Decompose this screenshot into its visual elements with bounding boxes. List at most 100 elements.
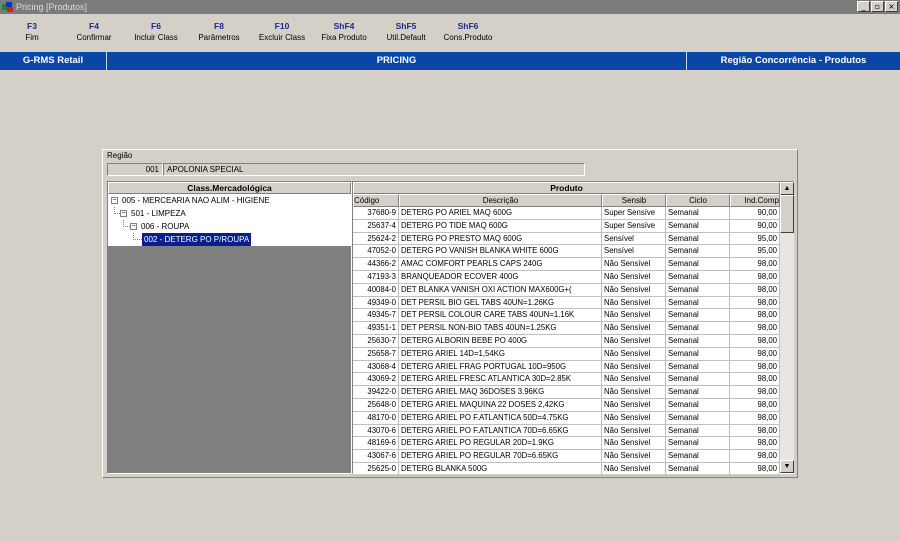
cell-codigo: 47052-0: [353, 245, 399, 259]
tree-node[interactable]: − 005 - MERCEARIA NAO ALIM - HIGIENE: [108, 194, 351, 207]
cell-ind-comp: 90,00: [730, 207, 780, 220]
cell-ind-comp: 98,00: [730, 296, 780, 310]
table-row[interactable]: 49345-7 DET PERSIL COLOUR CARE TABS 40UN=…: [353, 309, 780, 323]
cell-sensib: Não Sensível: [602, 424, 666, 438]
regiao-name-field[interactable]: APOLONIA SPECIAL: [163, 163, 585, 176]
restore-button[interactable]: ▫: [871, 1, 884, 12]
cell-descricao: DETERG ALBORIN BEBE PO 400G: [399, 334, 602, 348]
cell-ciclo: Semanal: [666, 411, 730, 425]
table-row[interactable]: 25648-0 DETERG ARIEL MAQUINA 22 DOSES 2,4…: [353, 398, 780, 412]
table-row[interactable]: 43070-6 DETERG ARIEL PO F.ATLANTICA 70D=6…: [353, 424, 780, 438]
table-row[interactable]: 25637-4 DETERG PO TIDE MAQ 600G Super Sens…: [353, 219, 780, 233]
cell-ind-comp: 90,00: [730, 219, 780, 233]
table-row[interactable]: 39422-0 DETERG ARIEL MAQ 36DOSES 3.96KG Nã…: [353, 386, 780, 399]
collapse-icon[interactable]: −: [130, 223, 137, 230]
module-title: PRICING: [376, 55, 417, 66]
cell-descricao: DETERG ARIEL MAQUINA 22 DOSES 2,42KG: [399, 398, 602, 412]
table-row[interactable]: 25658-7 DETERG ARIEL 14D=1,54KG Não Sensív…: [353, 347, 780, 361]
table-row[interactable]: 25630-7 DETERG ALBORIN BEBE PO 400G Não Se…: [353, 334, 780, 348]
cell-codigo: 43067-6: [353, 450, 399, 463]
function-key: F4: [89, 21, 99, 31]
column-header-codigo[interactable]: Código: [353, 194, 399, 207]
table-row[interactable]: 37680-9 DETERG PO ARIEL MAQ 600G Super Sen…: [353, 207, 780, 220]
minimize-button[interactable]: _: [857, 1, 870, 12]
incluir-class-button[interactable]: F6 Incluir Class: [129, 21, 183, 44]
cell-ind-comp: 95,00: [730, 232, 780, 246]
table-row[interactable]: 49351-1 DET PERSIL NON-BIO TABS 40UN=1.25…: [353, 322, 780, 335]
regiao-code-field[interactable]: 001: [107, 163, 163, 176]
collapse-icon[interactable]: −: [120, 210, 127, 217]
cell-ind-comp: 95,00: [730, 245, 780, 259]
table-row[interactable]: 47052-0 DETERG PO VANISH BLANKA WHITE 600…: [353, 245, 780, 259]
grid-scrollbar[interactable]: ▲ ▼: [780, 182, 794, 473]
fixa-produto-button[interactable]: ShF4 Fixa Produto: [316, 21, 372, 44]
function-label: Excluir Class: [258, 33, 306, 42]
cell-descricao: DETERG ARIEL FRESC ATLANTICA 30D=2.85K: [399, 373, 602, 387]
table-row[interactable]: 43069-2 DETERG ARIEL FRESC ATLANTICA 30D=…: [353, 373, 780, 387]
cell-descricao: DETERG ARIEL MAQ 36DOSES 3.96KG: [399, 386, 602, 399]
table-row[interactable]: 44366-2 AMAC COMFORT PEARLS CAPS 240G Não …: [353, 258, 780, 271]
module-header-bar: G-RMS Retail PRICING Região Concorrência…: [0, 52, 900, 70]
cell-ciclo: Semanal: [666, 258, 730, 271]
tree-node[interactable]: − 006 - ROUPA: [108, 220, 351, 233]
close-button[interactable]: ×: [885, 1, 898, 12]
function-key: ShF6: [457, 21, 479, 31]
function-key: F10: [274, 21, 290, 31]
table-row[interactable]: 25625-0 DETERG BLANKA 500G Não Sensível Sem…: [353, 462, 780, 476]
tree-node-label: 501 - LIMPEZA: [131, 209, 186, 218]
cell-sensib: Não Sensível: [602, 296, 666, 310]
tree-node-selected[interactable]: 002 - DETERG PO P/ROUPA: [108, 233, 351, 246]
grid-rows: 37680-9 DETERG PO ARIEL MAQ 600G Super Sen…: [353, 207, 780, 476]
cons-produto-button[interactable]: ShF6 Cons.Produto: [438, 21, 498, 44]
cell-ciclo: Semanal: [666, 437, 730, 451]
table-row[interactable]: 47193-3 BRANQUEADOR ECOVER 400G Não Sensív…: [353, 270, 780, 284]
cell-sensib: Não Sensível: [602, 258, 666, 271]
app-icon: [2, 2, 13, 12]
cell-descricao: BRANQUEADOR ECOVER 400G: [399, 270, 602, 284]
cell-sensib: Não Sensível: [602, 411, 666, 425]
cell-descricao: DETERG PO VANISH BLANKA WHITE 600G: [399, 245, 602, 259]
tree-node[interactable]: − 501 - LIMPEZA: [108, 207, 351, 220]
util-default-button[interactable]: ShF5 Util.Default: [381, 21, 431, 44]
cell-ind-comp: 98,00: [730, 411, 780, 425]
table-row[interactable]: 40084-0 DET BLANKA VANISH OXI ACTION MAX6…: [353, 283, 780, 297]
table-row[interactable]: 43068-4 DETERG ARIEL FRAG PORTUGAL 10D=95…: [353, 360, 780, 374]
cell-ind-comp: 98,00: [730, 360, 780, 374]
table-row[interactable]: 25624-2 DETERG PO PRESTO MAQ 600G Sensível…: [353, 232, 780, 246]
cell-sensib: Não Sensível: [602, 334, 666, 348]
table-row[interactable]: 48170-0 DETERG ARIEL PO F.ATLANTICA 50D=4…: [353, 411, 780, 425]
cell-ciclo: Semanal: [666, 398, 730, 412]
collapse-icon[interactable]: −: [111, 197, 118, 204]
cell-descricao: DETERG ARIEL FRAG PORTUGAL 10D=950G: [399, 360, 602, 374]
cell-ind-comp: 98,00: [730, 373, 780, 387]
cell-codigo: 43068-4: [353, 360, 399, 374]
table-row[interactable]: 48169-6 DETERG ARIEL PO REGULAR 20D=1.9KG…: [353, 437, 780, 451]
cell-codigo: 43069-2: [353, 373, 399, 387]
scroll-down-arrow-icon[interactable]: ▼: [780, 460, 794, 473]
fim-button[interactable]: F3 Fim: [22, 21, 42, 44]
column-header-ind-comp[interactable]: Ind.Comp: [730, 194, 780, 207]
cell-ciclo: Semanal: [666, 232, 730, 246]
scroll-up-arrow-icon[interactable]: ▲: [780, 182, 794, 195]
cell-descricao: DETERG ARIEL PO REGULAR 20D=1.9KG: [399, 437, 602, 451]
cell-sensib: Não Sensível: [602, 309, 666, 323]
table-row[interactable]: 43067-6 DETERG ARIEL PO REGULAR 70D=6.65K…: [353, 450, 780, 463]
table-row[interactable]: 49349-0 DET PERSIL BIO GEL TABS 40UN=1.26…: [353, 296, 780, 310]
excluir-class-button[interactable]: F10 Excluir Class: [254, 21, 310, 44]
column-header-ciclo[interactable]: Ciclo: [666, 194, 730, 207]
cell-sensib: Não Sensível: [602, 437, 666, 451]
column-header-sensib[interactable]: Sensib: [602, 194, 666, 207]
scrollbar-thumb[interactable]: [780, 195, 794, 233]
cell-codigo: 48170-0: [353, 411, 399, 425]
parametros-button[interactable]: F8 Parâmetros: [194, 21, 244, 44]
cell-sensib: Não Sensível: [602, 322, 666, 335]
cell-sensib: Não Sensível: [602, 386, 666, 399]
cell-ciclo: Semanal: [666, 347, 730, 361]
cell-descricao: DETERG ARIEL PO REGULAR 70D=6.65KG: [399, 450, 602, 463]
cell-ciclo: Semanal: [666, 219, 730, 233]
cell-ciclo: Semanal: [666, 283, 730, 297]
column-header-descricao[interactable]: Descrição: [399, 194, 602, 207]
confirmar-button[interactable]: F4 Confirmar: [72, 21, 116, 44]
cell-ind-comp: 98,00: [730, 347, 780, 361]
brand-label: G-RMS Retail: [22, 55, 84, 66]
